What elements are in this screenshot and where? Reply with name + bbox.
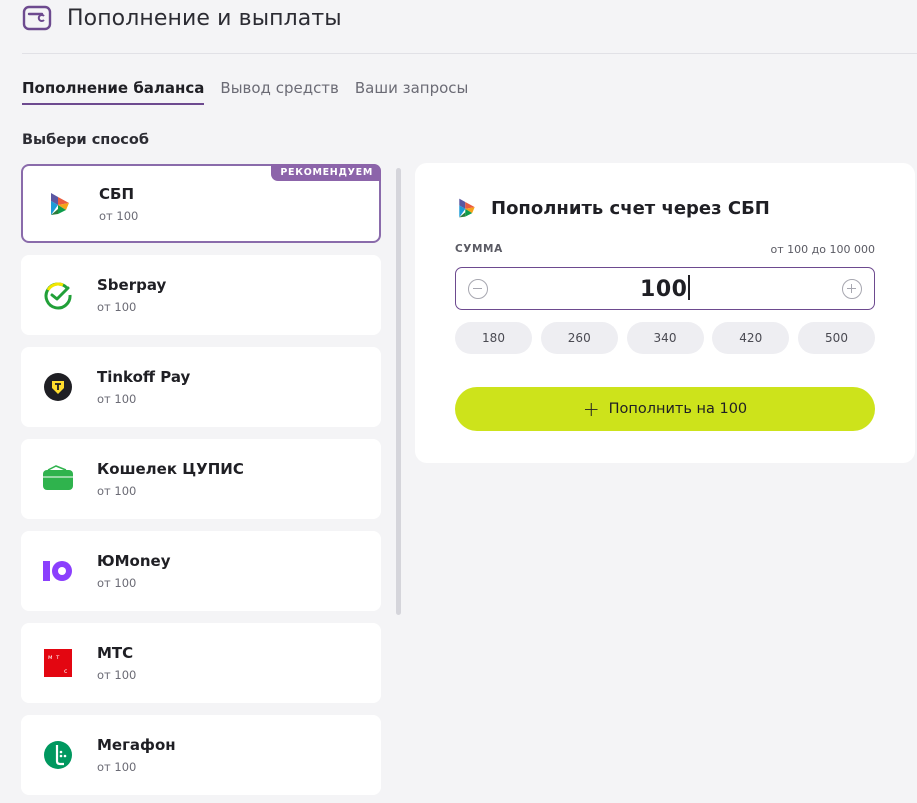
tab-bar: Пополнение баланса Вывод средств Ваши за… — [22, 79, 468, 105]
method-sberpay[interactable]: Sberpay от 100 — [21, 255, 381, 335]
payment-methods-list: РЕКОМЕНДУЕМ СБП от 100 Sberpay от 100 Ti… — [21, 164, 381, 803]
recommended-badge: РЕКОМЕНДУЕМ — [271, 164, 381, 181]
submit-label: Пополнить на 100 — [608, 401, 748, 417]
section-label: Выбери способ — [22, 132, 149, 148]
panel-header: Пополнить счет через СБП — [455, 196, 770, 220]
method-sbp[interactable]: РЕКОМЕНДУЕМ СБП от 100 — [21, 164, 381, 243]
plus-icon: + — [582, 397, 600, 421]
method-cupis[interactable]: Кошелек ЦУПИС от 100 — [21, 439, 381, 519]
method-name: Кошелек ЦУПИС — [97, 460, 244, 478]
increase-amount-button[interactable] — [842, 278, 862, 299]
page-header: Пополнение и выплаты — [22, 0, 342, 36]
preset-amount-button[interactable]: 340 — [626, 322, 704, 354]
method-name: Мегафон — [97, 736, 176, 754]
megafon-icon — [41, 738, 75, 772]
method-text: МТС от 100 — [97, 644, 136, 682]
amount-field[interactable]: 100 — [455, 267, 875, 310]
preset-amount-button[interactable]: 420 — [712, 322, 790, 354]
sbp-icon — [43, 187, 77, 221]
method-name: МТС — [97, 644, 134, 662]
deposit-submit-button[interactable]: + Пополнить на 100 — [455, 387, 875, 431]
method-name: Sberpay — [97, 276, 167, 294]
preset-amount-button[interactable]: 260 — [540, 322, 618, 354]
method-megafon[interactable]: Мегафон от 100 — [21, 715, 381, 795]
panel-title: Пополнить счет через СБП — [491, 197, 770, 219]
amount-presets: 180 260 340 420 500 — [455, 322, 875, 354]
svg-text:т: т — [56, 654, 60, 661]
method-text: Мегафон от 100 — [97, 736, 176, 774]
preset-amount-button[interactable]: 180 — [455, 322, 532, 354]
method-mts[interactable]: м т с МТС от 100 — [21, 623, 381, 703]
decrease-amount-button[interactable] — [468, 278, 488, 299]
method-tinkoff[interactable]: Tinkoff Pay от 100 — [21, 347, 381, 427]
method-text: Sberpay от 100 — [97, 276, 166, 314]
method-min: от 100 — [97, 392, 137, 406]
svg-text:с: с — [64, 668, 67, 675]
wallet-icon — [22, 5, 52, 31]
amount-label: СУММА — [455, 243, 503, 255]
methods-scrollbar[interactable] — [396, 168, 401, 615]
svg-text:м: м — [48, 654, 53, 661]
sbp-icon — [459, 198, 475, 218]
amount-value: 100 — [640, 277, 688, 302]
method-name: ЮMoney — [97, 552, 171, 570]
method-text: СБП от 100 — [99, 185, 138, 223]
amount-input[interactable]: 100 — [640, 275, 690, 302]
preset-amount-button[interactable]: 500 — [798, 322, 875, 354]
deposit-panel: Пополнить счет через СБП СУММА от 100 до… — [415, 163, 915, 463]
sberpay-icon — [41, 278, 75, 312]
tab-requests[interactable]: Ваши запросы — [355, 79, 469, 105]
method-text: Tinkoff Pay от 100 — [97, 368, 190, 406]
cupis-wallet-icon — [41, 462, 75, 496]
method-text: Кошелек ЦУПИС от 100 — [97, 460, 244, 498]
method-name: СБП — [99, 184, 134, 203]
method-min: от 100 — [97, 484, 137, 498]
header-divider — [22, 53, 917, 54]
tab-withdraw[interactable]: Вывод средств — [220, 79, 338, 105]
method-min: от 100 — [97, 760, 137, 774]
method-yoomoney[interactable]: ЮMoney от 100 — [21, 531, 381, 611]
page-title: Пополнение и выплаты — [67, 5, 342, 31]
method-min: от 100 — [97, 300, 137, 314]
yoomoney-icon — [41, 554, 75, 588]
amount-range: от 100 до 100 000 — [770, 243, 875, 256]
method-min: от 100 — [99, 208, 139, 223]
method-text: ЮMoney от 100 — [97, 552, 170, 590]
tab-deposit[interactable]: Пополнение баланса — [22, 79, 205, 105]
method-min: от 100 — [97, 668, 137, 682]
method-name: Tinkoff Pay — [97, 368, 191, 386]
method-min: от 100 — [97, 576, 137, 590]
mts-icon: м т с — [41, 646, 75, 680]
text-caret — [688, 275, 690, 300]
tinkoff-icon — [41, 370, 75, 404]
